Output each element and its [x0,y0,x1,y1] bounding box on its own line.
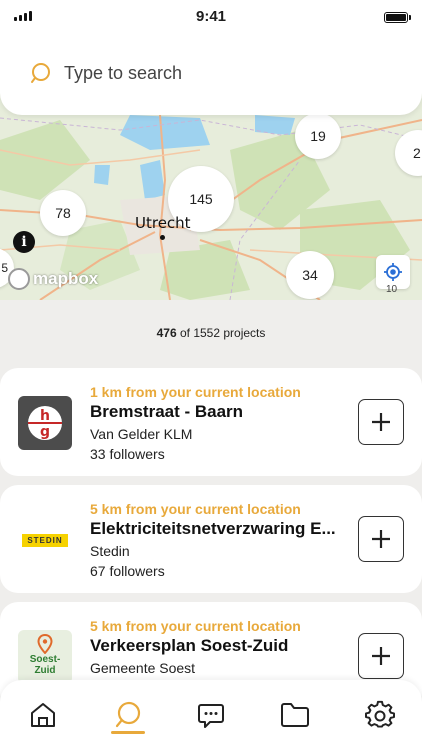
soest-logo-text: Soest- Zuid [29,654,61,676]
follow-button[interactable] [358,633,404,679]
nav-active-indicator [111,731,145,734]
stedin-logo: STEDIN [22,533,68,547]
plus-icon [372,413,390,431]
project-title: Elektriciteitsnetverzwaring E... [90,519,336,538]
project-card[interactable]: h g 1 km from your current location Brem… [0,368,422,476]
chat-icon [198,704,224,728]
nav-search[interactable] [111,698,145,732]
svg-text:g: g [40,424,50,440]
project-followers: 67 followers [90,563,165,579]
results-total: of 1552 projects [176,326,266,340]
mapbox-wordmark: mapbox [33,269,99,288]
bottom-navigation [0,680,422,750]
results-count: 476 of 1552 projects [0,326,422,340]
project-owner: Gemeente Soest [90,660,196,676]
project-distance: 5 km from your current location [90,618,301,634]
results-shown: 476 [156,326,177,340]
map-city-dot [160,235,165,240]
search-placeholder: Type to search [64,62,183,83]
project-owner: Stedin [90,543,130,559]
nav-settings[interactable] [363,698,397,732]
project-logo: h g [18,396,72,450]
nav-messages[interactable] [194,698,228,732]
project-logo: STEDIN [18,513,72,567]
van-gelder-logo-icon: h g [28,406,62,440]
home-icon [31,703,55,727]
status-bar: 9:41 [0,0,422,34]
follow-button[interactable] [358,516,404,562]
battery-icon [384,12,411,23]
map-city-label: Utrecht [135,214,191,232]
crosshair-icon [384,263,402,281]
folder-icon [281,703,309,727]
project-followers: 33 followers [90,446,165,462]
map-cluster-edge-bottom[interactable]: 10 [386,284,397,295]
plus-icon [372,530,390,548]
map-cluster-19[interactable]: 19 [295,113,341,159]
project-distance: 1 km from your current location [90,384,301,400]
settings-icon [365,700,395,728]
mapbox-logo: mapbox [8,268,98,290]
nav-home[interactable] [26,698,60,732]
project-owner: Van Gelder KLM [90,426,193,442]
nav-folders[interactable] [278,698,312,732]
project-title: Bremstraat - Baarn [90,402,244,421]
map-cluster-34[interactable]: 34 [286,251,334,299]
mapbox-mark-icon [8,268,30,290]
project-logo: Soest- Zuid [18,630,72,684]
status-time: 9:41 [195,8,227,25]
search-icon [31,63,50,83]
map-cluster-78[interactable]: 78 [40,190,86,236]
map-pin-icon [37,634,53,654]
search-header: 9:41 Type to search [0,0,422,115]
info-icon[interactable]: i [13,231,35,253]
search-icon [115,701,141,728]
project-distance: 5 km from your current location [90,501,301,517]
plus-icon [372,647,390,665]
follow-button[interactable] [358,399,404,445]
search-input[interactable]: Type to search [30,62,182,84]
project-card[interactable]: STEDIN 5 km from your current location E… [0,485,422,593]
svg-text:h: h [40,408,50,424]
project-title: Verkeersplan Soest-Zuid [90,636,289,655]
